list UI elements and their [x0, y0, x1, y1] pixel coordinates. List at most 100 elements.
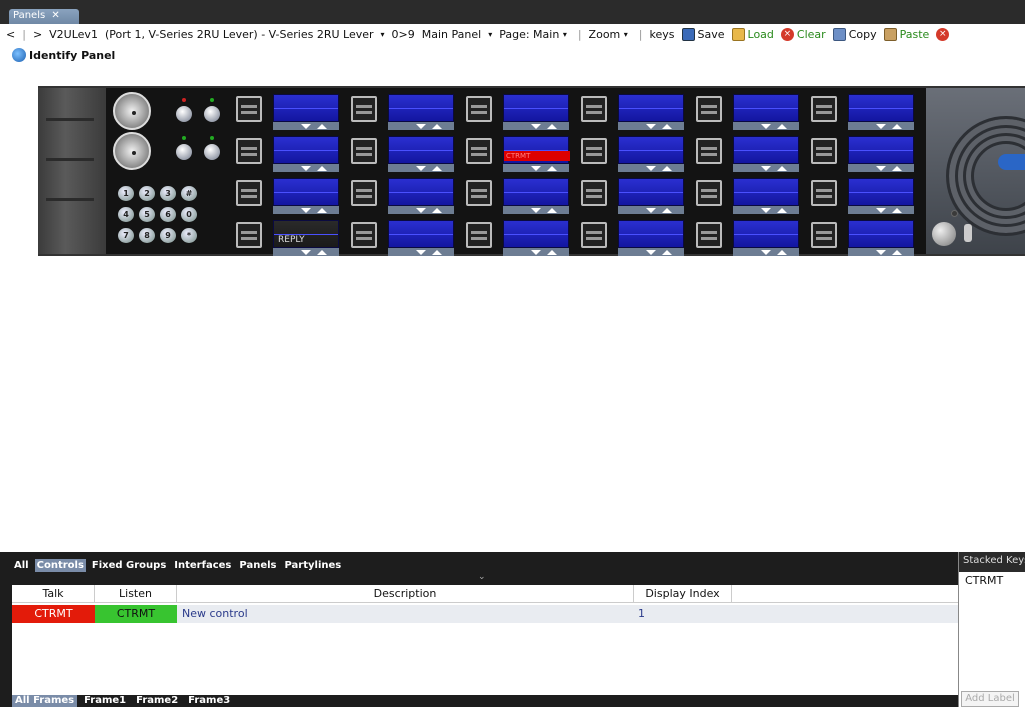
paste-button[interactable]: Paste [883, 27, 929, 41]
key-display[interactable] [388, 220, 454, 248]
chevron-down-icon[interactable]: ▾ [488, 30, 492, 39]
close-icon[interactable]: ✕ [51, 10, 59, 21]
stacked-key-item[interactable]: CTRMT [959, 572, 1025, 589]
lever-rocker[interactable] [273, 206, 339, 214]
lever-key-button[interactable] [696, 180, 722, 206]
lever-rocker[interactable] [273, 122, 339, 130]
lever-key-button[interactable] [466, 138, 492, 164]
tab-filter[interactable]: Interfaces [172, 559, 233, 572]
lever-key-button[interactable] [466, 96, 492, 122]
tab-frame[interactable]: Frame2 [133, 695, 181, 707]
clear-all-button[interactable]: × [936, 27, 952, 41]
lever-key-button[interactable] [581, 180, 607, 206]
keypad-key[interactable]: 9 [160, 228, 176, 243]
keypad-key[interactable]: 5 [139, 207, 155, 222]
lever-rocker[interactable] [848, 206, 914, 214]
copy-button[interactable]: Copy [832, 27, 877, 41]
talk-cell[interactable]: CTRMT [12, 605, 95, 623]
lever-key-button[interactable] [696, 138, 722, 164]
keypad-key[interactable]: 8 [139, 228, 155, 243]
add-label-button[interactable]: Add Label [961, 691, 1019, 707]
shift-button[interactable] [204, 106, 220, 122]
key-display[interactable] [503, 94, 569, 122]
lever-rocker[interactable] [618, 206, 684, 214]
lever-rocker[interactable] [388, 122, 454, 130]
lever-rocker[interactable] [273, 248, 339, 256]
lever-rocker[interactable] [848, 164, 914, 172]
key-display[interactable] [273, 136, 339, 164]
key-display[interactable] [733, 178, 799, 206]
lever-rocker[interactable] [388, 248, 454, 256]
lever-rocker[interactable] [733, 122, 799, 130]
chevron-down-icon[interactable]: ⌄ [478, 572, 486, 582]
keypad-key[interactable]: 4 [118, 207, 134, 222]
lever-rocker[interactable] [618, 164, 684, 172]
lever-key-button[interactable] [236, 180, 262, 206]
lever-rocker[interactable] [618, 248, 684, 256]
key-display[interactable] [273, 178, 339, 206]
key-display[interactable] [733, 136, 799, 164]
keypad-key[interactable]: 2 [139, 186, 155, 201]
key-display[interactable] [388, 94, 454, 122]
lever-key-button[interactable] [236, 222, 262, 248]
tab-filter[interactable]: Partylines [282, 559, 343, 572]
keypad-key[interactable]: 0 [181, 207, 197, 222]
lever-rocker[interactable] [733, 164, 799, 172]
column-header-display-index[interactable]: Display Index [634, 585, 732, 602]
lever-key-button[interactable] [236, 96, 262, 122]
lever-rocker[interactable] [503, 122, 569, 130]
key-display[interactable] [618, 220, 684, 248]
tab-filter[interactable]: All [12, 559, 31, 572]
tab-frame[interactable]: Frame3 [185, 695, 233, 707]
main-panel-select[interactable]: Main Panel [422, 28, 481, 41]
headset-knob[interactable] [932, 222, 956, 246]
keypad-key[interactable]: # [181, 186, 197, 201]
lever-rocker[interactable] [388, 206, 454, 214]
joystick-lever[interactable] [113, 92, 151, 130]
lever-key-button[interactable] [351, 96, 377, 122]
keypad-key[interactable]: 7 [118, 228, 134, 243]
lever-rocker[interactable] [848, 122, 914, 130]
keys-button[interactable]: keys [650, 28, 675, 41]
lever-key-button[interactable] [236, 138, 262, 164]
key-display[interactable] [733, 220, 799, 248]
keypad-key[interactable]: 6 [160, 207, 176, 222]
lever-rocker[interactable] [848, 248, 914, 256]
lever-rocker[interactable] [618, 122, 684, 130]
key-display[interactable]: REPLY [273, 220, 339, 248]
save-button[interactable]: Save [681, 27, 725, 41]
lever-key-button[interactable] [466, 222, 492, 248]
lever-key-button[interactable] [811, 180, 837, 206]
tab-filter[interactable]: Fixed Groups [90, 559, 168, 572]
key-display[interactable] [618, 136, 684, 164]
listen-cell[interactable]: CTRMT [95, 605, 177, 623]
tab-frame[interactable]: All Frames [12, 695, 78, 707]
lever-key-button[interactable] [696, 96, 722, 122]
lever-key-button[interactable] [351, 180, 377, 206]
key-display[interactable] [848, 178, 914, 206]
lever-key-button[interactable] [811, 138, 837, 164]
lever-rocker[interactable] [733, 206, 799, 214]
lever-rocker[interactable] [503, 248, 569, 256]
table-row[interactable]: CTRMT CTRMT New control 1 [12, 605, 958, 623]
chevron-down-icon[interactable]: ▾ [381, 30, 385, 39]
lever-rocker[interactable] [733, 248, 799, 256]
key-display[interactable] [848, 136, 914, 164]
key-display[interactable] [618, 94, 684, 122]
lever-key-button[interactable] [811, 222, 837, 248]
lever-key-button[interactable] [351, 222, 377, 248]
mic-button[interactable] [176, 144, 192, 160]
key-display[interactable] [503, 178, 569, 206]
nav-back-button[interactable]: < [6, 28, 15, 41]
lever-rocker[interactable] [503, 164, 569, 172]
volume-button[interactable] [176, 106, 192, 122]
page-select[interactable]: Page: Main ▾ [499, 28, 571, 41]
nav-forward-button[interactable]: > [33, 28, 42, 41]
menu-button[interactable] [204, 144, 220, 160]
lever-key-button[interactable] [811, 96, 837, 122]
key-display[interactable] [618, 178, 684, 206]
key-display[interactable] [388, 136, 454, 164]
keypad-key[interactable]: 1 [118, 186, 134, 201]
display-index-cell[interactable]: 1 [634, 605, 732, 623]
key-display[interactable] [848, 220, 914, 248]
